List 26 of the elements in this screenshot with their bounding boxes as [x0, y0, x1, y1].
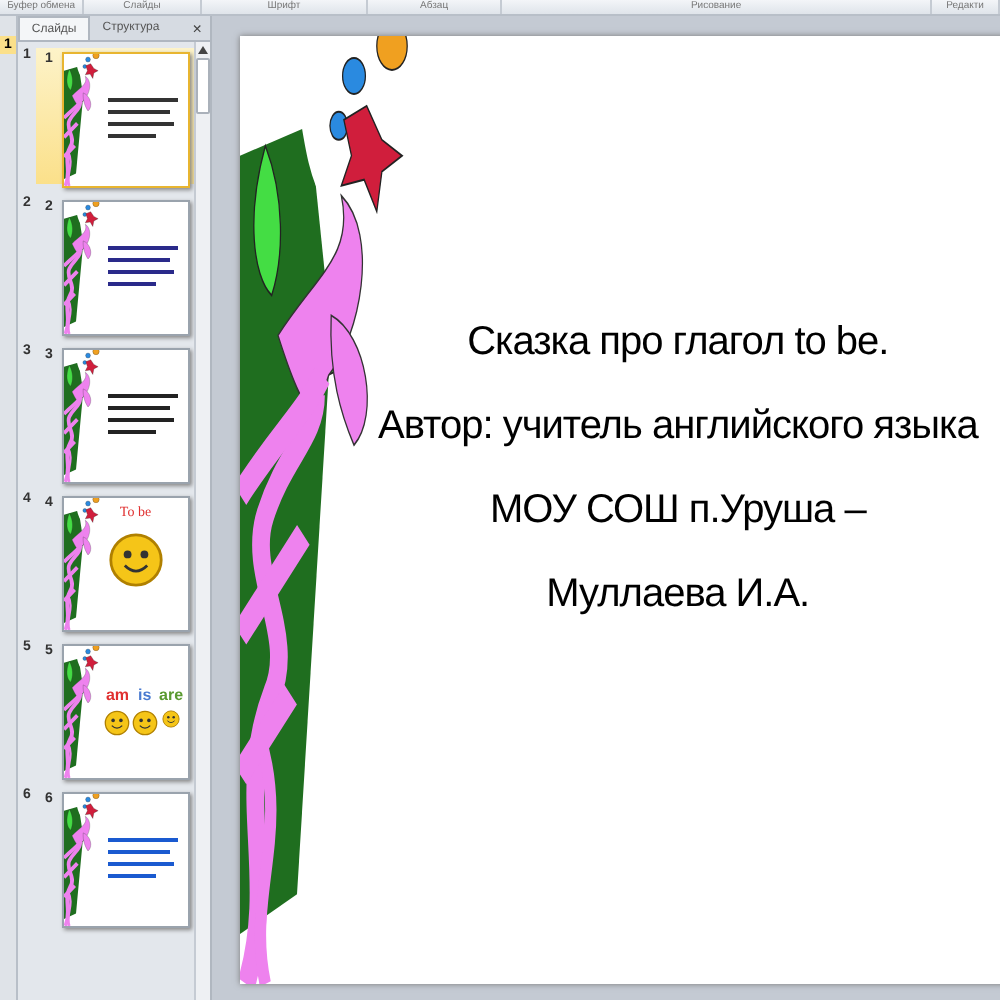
- smiley-icon: [131, 710, 158, 736]
- smiley-icon: [162, 710, 181, 728]
- close-button[interactable]: ×: [184, 19, 210, 37]
- flower-ribbon-drawing: [63, 54, 104, 186]
- slide-thumbnail[interactable]: am is are: [61, 644, 190, 780]
- flower-ribbon-drawing: [63, 498, 104, 630]
- slide-word: are: [159, 686, 184, 704]
- slide-text-line: МОУ СОШ п.Уруша –: [489, 486, 866, 536]
- slide-word: am: [105, 686, 130, 704]
- slide-thumbnail[interactable]: [61, 348, 190, 484]
- slide-thumbnail[interactable]: [61, 200, 190, 336]
- slide-text-line: Сказка про глагол to be.: [467, 318, 889, 368]
- slide-text-line: Муллаева И.А.: [546, 570, 810, 620]
- scrollbar[interactable]: [193, 42, 210, 1000]
- flower-ribbon-drawing: [63, 350, 104, 482]
- slide-thumbnail[interactable]: [61, 52, 190, 188]
- slide-word: is: [138, 686, 152, 704]
- flower-ribbon-drawing: [63, 202, 104, 334]
- flower-ribbon-drawing: [63, 794, 104, 926]
- slide-text-line: Автор: учитель английского языка: [378, 402, 978, 452]
- flower-ribbon-drawing: [63, 646, 104, 778]
- smiley-icon: [107, 532, 164, 588]
- slide-thumbnail[interactable]: [61, 792, 190, 928]
- smiley-icon: [104, 710, 131, 736]
- scrollbar-thumb[interactable]: [195, 58, 210, 114]
- scroll-up-icon[interactable]: [197, 46, 208, 54]
